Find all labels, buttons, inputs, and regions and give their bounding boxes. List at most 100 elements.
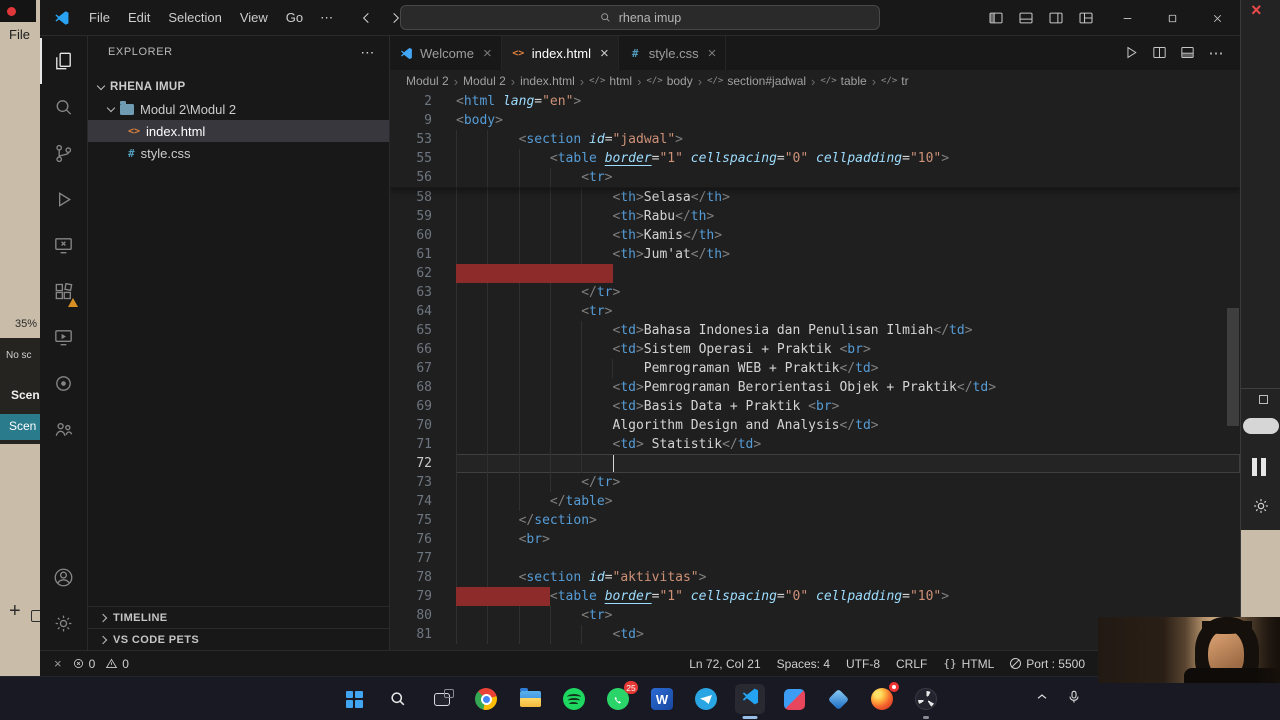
microphone-icon[interactable] xyxy=(1066,689,1082,710)
search-icon[interactable] xyxy=(40,84,88,130)
code-editor[interactable]: 2 <html lang="en"> 9 <body> 53 <section id="j… xyxy=(390,92,1240,650)
menu-go[interactable]: Go xyxy=(277,10,312,25)
obs-settings-gear-icon[interactable] xyxy=(1251,496,1271,516)
code-line-content[interactable]: <td>Pemrograman Berorientasi Objek + Pra… xyxy=(456,378,1240,397)
code-line-content[interactable]: <td>Sistem Operasi + Praktik <br> xyxy=(456,340,1240,359)
status-utf-8[interactable]: UTF-8 xyxy=(846,657,880,671)
taskbar-start-button[interactable] xyxy=(339,684,369,714)
tab-index-html[interactable]: <> index.html × xyxy=(501,36,619,70)
obs-scene-item-selected[interactable]: Scen xyxy=(0,414,40,440)
accounts-icon[interactable] xyxy=(40,554,88,600)
run-preview-icon[interactable] xyxy=(1120,41,1144,65)
code-line-content[interactable]: </section> xyxy=(456,511,1240,530)
code-line-content[interactable] xyxy=(456,264,1240,283)
status-spaces-4[interactable]: Spaces: 4 xyxy=(777,657,830,671)
breadcrumb-item-index-html[interactable]: index.html xyxy=(520,74,575,88)
code-line-content[interactable]: <section id="aktivitas"> xyxy=(456,568,1240,587)
code-line-content[interactable]: <tr> xyxy=(456,302,1240,321)
close-icon[interactable]: × xyxy=(708,45,717,62)
run-debug-icon[interactable] xyxy=(40,176,88,222)
toggle-panel-layout-icon[interactable] xyxy=(1176,41,1200,65)
obs-close-icon[interactable]: × xyxy=(1251,0,1262,21)
organization-icon[interactable] xyxy=(40,406,88,452)
menu-selection[interactable]: Selection xyxy=(159,10,230,25)
code-line-content[interactable] xyxy=(456,454,1240,473)
close-icon[interactable]: × xyxy=(483,45,492,62)
code-line-content[interactable]: Algorithm Design and Analysis</td> xyxy=(456,416,1240,435)
taskbar-obs-button[interactable] xyxy=(911,684,941,714)
record-icon[interactable] xyxy=(40,360,88,406)
editor-more-actions-icon[interactable]: ⋯ xyxy=(1204,41,1228,65)
menu-edit[interactable]: Edit xyxy=(119,10,159,25)
taskbar-file-explorer-button[interactable] xyxy=(515,684,545,714)
split-editor-icon[interactable] xyxy=(1148,41,1172,65)
extensions-icon[interactable] xyxy=(40,268,88,314)
command-center-search[interactable]: rhena imup xyxy=(400,5,880,30)
menu-overflow[interactable]: ⋯ xyxy=(312,10,341,26)
status-ln-72-col-21[interactable]: Ln 72, Col 21 xyxy=(689,657,760,671)
popout-icon[interactable] xyxy=(1259,395,1268,404)
close-icon[interactable]: × xyxy=(600,45,609,62)
status-html[interactable]: {} HTML xyxy=(943,657,994,671)
code-line-content[interactable]: <td> Statistik</td> xyxy=(456,435,1240,454)
timeline-panel[interactable]: TIMELINE xyxy=(88,606,389,628)
taskbar-spotify-button[interactable] xyxy=(559,684,589,714)
close-button[interactable] xyxy=(1195,0,1240,36)
taskbar-drive-button[interactable] xyxy=(823,684,853,714)
code-line-content[interactable]: <th>Kamis</th> xyxy=(456,226,1240,245)
minimize-button[interactable] xyxy=(1105,0,1150,36)
remote-explorer-icon[interactable] xyxy=(40,222,88,268)
obs-file-menu[interactable]: File xyxy=(9,27,30,42)
toggle-sidebar-icon[interactable] xyxy=(984,6,1010,30)
customize-layout-icon[interactable] xyxy=(1074,6,1100,30)
code-line-content[interactable]: <th>Jum'at</th> xyxy=(456,245,1240,264)
code-line-content[interactable] xyxy=(456,549,1240,568)
obs-slider-handle[interactable] xyxy=(1243,418,1279,434)
code-line-content[interactable]: <section id="jadwal"> xyxy=(456,130,1240,149)
remote-indicator-icon[interactable]: × xyxy=(54,656,62,671)
code-line-content[interactable]: <body> xyxy=(456,111,1240,130)
taskbar-search-button[interactable] xyxy=(383,684,413,714)
taskbar-word-button[interactable]: W xyxy=(647,684,677,714)
code-line-content[interactable]: <table border="1" cellspacing="0" cellpa… xyxy=(456,149,1240,168)
source-control-icon[interactable] xyxy=(40,130,88,176)
breadcrumb-item-section-jadwal[interactable]: </> section#jadwal xyxy=(707,74,806,88)
problems-errors[interactable]: 0 xyxy=(72,657,95,671)
menu-view[interactable]: View xyxy=(231,10,277,25)
code-line-content[interactable]: <table border="1" cellspacing="0" cellpa… xyxy=(456,587,1240,606)
breadcrumb-item-body[interactable]: </> body xyxy=(646,74,692,88)
tray-chevron-up-icon[interactable] xyxy=(1034,689,1050,710)
tab-style-css[interactable]: # style.css × xyxy=(618,36,727,70)
taskbar-vscode-button[interactable] xyxy=(735,684,765,714)
taskbar-telegram-button[interactable] xyxy=(691,684,721,714)
code-line-content[interactable]: <td>Basis Data + Praktik <br> xyxy=(456,397,1240,416)
explorer-folder-modul2[interactable]: Modul 2\Modul 2 xyxy=(88,98,389,120)
code-line-content[interactable]: <th>Rabu</th> xyxy=(456,207,1240,226)
explorer-more-actions-icon[interactable]: ⋯ xyxy=(360,44,375,61)
code-line-content[interactable]: <tr> xyxy=(456,168,1240,187)
taskbar-task-view-button[interactable] xyxy=(427,684,457,714)
back-arrow-icon[interactable] xyxy=(357,8,377,28)
explorer-file-index-html[interactable]: <> index.html xyxy=(88,120,389,142)
code-line-content[interactable]: Pemrograman WEB + Praktik</td> xyxy=(456,359,1240,378)
maximize-button[interactable] xyxy=(1150,0,1195,36)
toggle-panel-icon[interactable] xyxy=(1014,6,1040,30)
menu-file[interactable]: File xyxy=(80,10,119,25)
live-preview-icon[interactable] xyxy=(40,314,88,360)
settings-gear-icon[interactable] xyxy=(40,600,88,646)
taskbar-firefox-button[interactable] xyxy=(867,682,899,714)
breadcrumb-item-table[interactable]: </> table xyxy=(820,74,866,88)
status-port-5500[interactable]: Port : 5500 xyxy=(1010,657,1085,671)
code-line-content[interactable]: <br> xyxy=(456,530,1240,549)
problems-warnings[interactable]: 0 xyxy=(105,657,129,671)
code-line-content[interactable]: </table> xyxy=(456,492,1240,511)
tab-welcome[interactable]: Welcome × xyxy=(390,36,502,70)
status-crlf[interactable]: CRLF xyxy=(896,657,927,671)
breadcrumb-item-html[interactable]: </> html xyxy=(589,74,632,88)
pause-icon[interactable] xyxy=(1252,458,1266,476)
taskbar-photos-button[interactable] xyxy=(779,684,809,714)
code-line-content[interactable]: <th>Selasa</th> xyxy=(456,188,1240,207)
taskbar-chrome-button[interactable] xyxy=(471,684,501,714)
explorer-icon[interactable] xyxy=(39,38,88,84)
toggle-secondary-sidebar-icon[interactable] xyxy=(1044,6,1070,30)
